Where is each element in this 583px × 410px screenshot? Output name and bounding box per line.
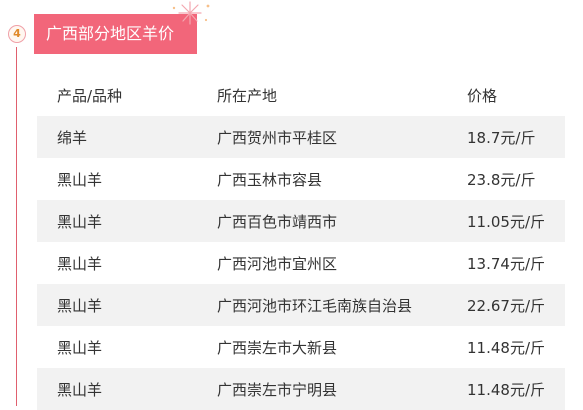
table-row: 黑山羊 广西河池市宜州区 13.74元/斤 xyxy=(37,242,565,284)
cell-product: 黑山羊 xyxy=(57,170,103,189)
column-header-price: 价格 xyxy=(467,86,498,105)
cell-price: 11.05元/斤 xyxy=(467,200,565,242)
table-row: 黑山羊 广西百色市靖西市 11.05元/斤 xyxy=(37,200,565,242)
table-row: 黑山羊 广西河池市环江毛南族自治县 22.67元/斤 xyxy=(37,284,565,326)
table-row: 黑山羊 广西崇左市宁明县 11.48元/斤 xyxy=(37,368,565,410)
cell-product: 黑山羊 xyxy=(37,284,217,326)
price-table: 产品/品种 所在产地 价格 绵羊 广西贺州市平桂区 18.7元/斤 黑山羊 广西… xyxy=(37,74,565,410)
cell-price: 11.48元/斤 xyxy=(467,368,565,410)
cell-origin: 广西崇左市大新县 xyxy=(217,338,338,357)
cell-product: 黑山羊 xyxy=(37,368,217,410)
cell-price: 11.48元/斤 xyxy=(467,338,545,357)
cell-price: 23.8元/斤 xyxy=(467,170,536,189)
cell-price: 22.67元/斤 xyxy=(467,284,565,326)
cell-origin: 广西河池市环江毛南族自治县 xyxy=(217,284,467,326)
column-header-origin: 所在产地 xyxy=(217,86,278,105)
cell-origin: 广西崇左市宁明县 xyxy=(217,368,467,410)
column-header-product: 产品/品种 xyxy=(57,86,123,105)
cell-price: 18.7元/斤 xyxy=(467,116,565,158)
step-number-badge: 4 xyxy=(8,25,26,43)
table-header-row: 产品/品种 所在产地 价格 xyxy=(37,74,565,116)
cell-origin: 广西贺州市平桂区 xyxy=(217,116,467,158)
timeline-line xyxy=(16,47,17,406)
table-row: 绵羊 广西贺州市平桂区 18.7元/斤 xyxy=(37,116,565,158)
table-row: 黑山羊 广西玉林市容县 23.8元/斤 xyxy=(37,158,565,200)
cell-origin: 广西百色市靖西市 xyxy=(217,200,467,242)
cell-product: 黑山羊 xyxy=(57,338,103,357)
firework-decoration-icon xyxy=(172,1,210,25)
cell-origin: 广西河池市宜州区 xyxy=(217,254,338,273)
table-row: 黑山羊 广西崇左市大新县 11.48元/斤 xyxy=(37,326,565,368)
cell-product: 黑山羊 xyxy=(57,254,103,273)
cell-origin: 广西玉林市容县 xyxy=(217,170,323,189)
cell-product: 黑山羊 xyxy=(37,200,217,242)
cell-price: 13.74元/斤 xyxy=(467,254,545,273)
cell-product: 绵羊 xyxy=(37,116,217,158)
